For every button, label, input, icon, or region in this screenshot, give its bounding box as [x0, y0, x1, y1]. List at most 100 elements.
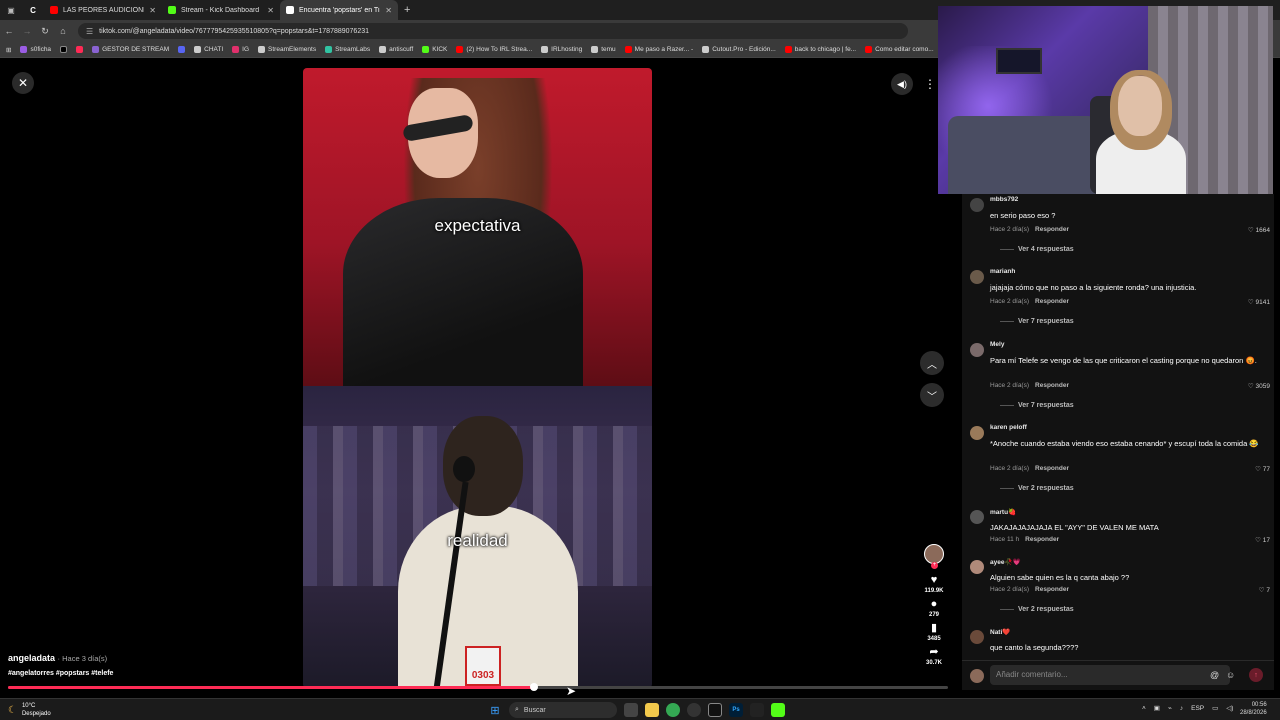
close-tab-icon[interactable]: ✕: [385, 6, 392, 15]
author-name[interactable]: angeladata: [8, 653, 55, 663]
comment-likes[interactable]: ♡ 9141: [1248, 298, 1270, 306]
weather-widget[interactable]: ☾ 10°C Despejado: [8, 702, 51, 718]
like-button[interactable]: ♥ 119.9K: [924, 574, 943, 594]
comment-likes[interactable]: ♡ 17: [1255, 536, 1270, 544]
view-replies-button[interactable]: Ver 2 respuestas: [1000, 606, 1074, 613]
comment-user[interactable]: karen peloff: [990, 424, 1027, 431]
comment-likes[interactable]: ♡ 1664: [1248, 226, 1270, 234]
comment-input[interactable]: Añadir comentario...: [990, 665, 1230, 685]
photoshop-icon[interactable]: Ps: [729, 703, 743, 717]
tab-kick[interactable]: Stream - Kick Dashboard ✕: [162, 0, 280, 20]
bookmark[interactable]: KICK: [422, 46, 447, 53]
avatar[interactable]: [970, 343, 984, 357]
comment-user[interactable]: ayee🥀💗: [990, 558, 1021, 566]
url-field[interactable]: ☰ tiktok.com/@angeladata/video/767779542…: [78, 23, 908, 39]
bookmark[interactable]: Como editar como...: [865, 46, 934, 53]
comment-user[interactable]: Mely: [990, 341, 1004, 348]
next-video-button[interactable]: ﹀: [920, 383, 944, 407]
kick-icon[interactable]: [771, 703, 785, 717]
new-tab-button[interactable]: +: [398, 4, 416, 16]
reply-button[interactable]: Responder: [1035, 382, 1069, 389]
bookmark[interactable]: Cutout.Pro - Edición...: [702, 46, 776, 53]
reply-button[interactable]: Responder: [1035, 465, 1069, 472]
bookmark[interactable]: antiscuff: [379, 46, 413, 53]
avatar[interactable]: [970, 510, 984, 524]
comment-user[interactable]: marianh: [990, 268, 1015, 275]
comment-likes[interactable]: ♡ 3059: [1248, 382, 1270, 390]
mention-icon[interactable]: @: [1210, 670, 1219, 680]
progress-handle[interactable]: [530, 683, 539, 691]
reply-button[interactable]: Responder: [1035, 298, 1069, 305]
obs-icon[interactable]: [687, 703, 701, 717]
bookmark[interactable]: back to chicago | fe...: [784, 46, 856, 53]
close-tab-icon[interactable]: ✕: [267, 6, 274, 15]
bookmark[interactable]: CHATI: [194, 46, 223, 53]
forward-icon[interactable]: →: [18, 26, 36, 36]
language-indicator[interactable]: ESP: [1191, 705, 1204, 712]
bookmark[interactable]: (2) How To IRL Strea...: [456, 46, 532, 53]
reply-button[interactable]: Responder: [1025, 536, 1059, 543]
bookmark[interactable]: s0ficha: [20, 46, 51, 53]
bookmark[interactable]: IG: [232, 46, 249, 53]
share-button[interactable]: ➦ 30.7K: [926, 646, 942, 666]
more-icon[interactable]: ⋮: [924, 73, 936, 95]
view-replies-button[interactable]: Ver 2 respuestas: [1000, 485, 1074, 492]
speaker-icon[interactable]: ◁): [1226, 704, 1233, 712]
app-icon[interactable]: [750, 703, 764, 717]
avatar[interactable]: [970, 426, 984, 440]
view-replies-button[interactable]: Ver 4 respuestas: [1000, 246, 1074, 253]
video-progress-bar[interactable]: [8, 683, 948, 691]
video-hashtags[interactable]: #angelatorres #popstars #telefe: [8, 670, 113, 677]
bookmark[interactable]: StreamLabs: [325, 46, 370, 53]
bookmark[interactable]: [178, 46, 186, 53]
send-button[interactable]: ↑: [1249, 668, 1263, 682]
chrome-icon[interactable]: [666, 703, 680, 717]
apps-icon[interactable]: ⊞: [6, 46, 11, 54]
task-view-icon[interactable]: [624, 703, 638, 717]
tab-actions-icon[interactable]: ▣: [0, 0, 22, 20]
reply-button[interactable]: Responder: [1035, 226, 1069, 233]
pinned-tab-icon[interactable]: C: [22, 0, 44, 20]
clock[interactable]: 00:56 28/8/2026: [1240, 701, 1267, 717]
taskbar-search[interactable]: ⌕ Buscar: [509, 702, 617, 718]
bookmark[interactable]: GESTOR DE STREAM: [92, 46, 169, 53]
bookmark[interactable]: IRLhosting: [541, 46, 582, 53]
close-tab-icon[interactable]: ✕: [149, 6, 156, 15]
avatar[interactable]: [970, 560, 984, 574]
comment-user[interactable]: mbbs792: [990, 196, 1018, 203]
tray-app-icon[interactable]: ▣: [1154, 704, 1160, 712]
network-icon[interactable]: ⌁: [1168, 704, 1172, 712]
save-button[interactable]: ▮ 3485: [927, 622, 940, 642]
bookmark[interactable]: StreamElements: [258, 46, 316, 53]
volume-icon[interactable]: ◀): [891, 73, 913, 95]
avatar[interactable]: [970, 270, 984, 284]
monitor-icon[interactable]: ▭: [1212, 704, 1218, 712]
view-replies-button[interactable]: Ver 7 respuestas: [1000, 402, 1074, 409]
site-info-icon[interactable]: ☰: [86, 27, 93, 36]
bookmark[interactable]: Me paso a Razer... -: [624, 46, 693, 53]
reload-icon[interactable]: ↻: [36, 26, 54, 37]
bookmark[interactable]: temu: [591, 46, 616, 53]
bookmark[interactable]: [60, 46, 68, 53]
reply-button[interactable]: Responder: [1035, 586, 1069, 593]
close-icon[interactable]: ✕: [12, 72, 34, 94]
windows-start-icon[interactable]: ⊞: [488, 703, 502, 717]
chevron-up-icon[interactable]: ˄: [1142, 705, 1146, 712]
bookmark[interactable]: [76, 46, 84, 53]
comment-user[interactable]: Nati❤️: [990, 628, 1010, 636]
comment-likes[interactable]: ♡ 77: [1255, 465, 1270, 473]
tab-youtube[interactable]: LAS PEORES AUDICIONES DE P ✕: [44, 0, 162, 20]
comment-likes[interactable]: ♡ 7: [1259, 586, 1270, 594]
previous-video-button[interactable]: ︿: [920, 351, 944, 375]
video-player[interactable]: expectativa 0303 realidad: [303, 68, 652, 688]
file-explorer-icon[interactable]: [645, 703, 659, 717]
tab-tiktok[interactable]: Encuentra 'popstars' en Ti ✕: [280, 0, 398, 20]
back-icon[interactable]: ←: [0, 26, 18, 36]
home-icon[interactable]: ⌂: [54, 26, 72, 36]
view-replies-button[interactable]: Ver 7 respuestas: [1000, 318, 1074, 325]
avatar[interactable]: [970, 630, 984, 644]
author-avatar[interactable]: [924, 544, 944, 569]
avatar[interactable]: [970, 198, 984, 212]
emoji-icon[interactable]: ☺: [1226, 670, 1235, 680]
mic-icon[interactable]: ♪: [1180, 705, 1183, 712]
